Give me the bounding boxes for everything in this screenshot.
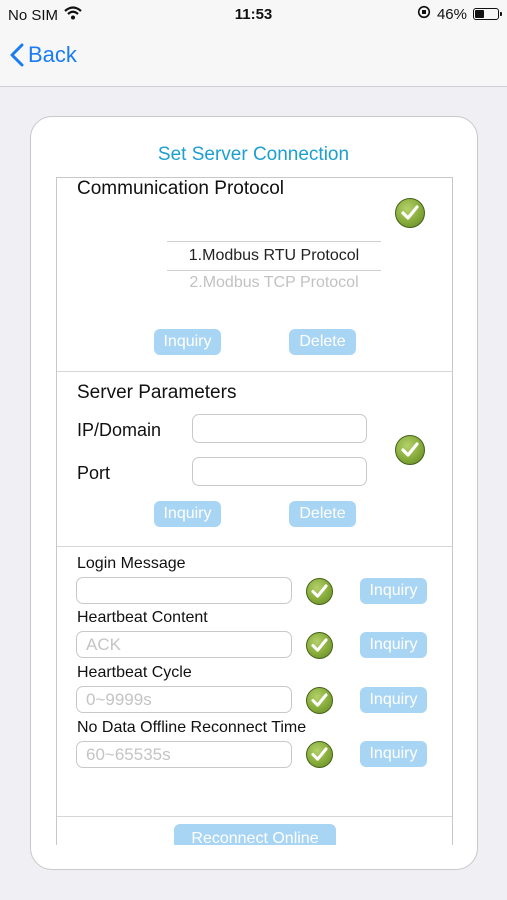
status-bar: No SIM 11:53 46% <box>0 0 507 30</box>
protocol-delete-button[interactable]: Delete <box>289 329 356 355</box>
settings-card: Set Server Connection Communication Prot… <box>30 116 478 870</box>
login-message-check-icon[interactable] <box>306 578 333 605</box>
offline-reconnect-label: No Data Offline Reconnect Time <box>77 719 307 736</box>
heartbeat-content-check-icon[interactable] <box>306 632 333 659</box>
heartbeat-cycle-check-icon[interactable] <box>306 687 333 714</box>
offline-reconnect-placeholder: 60~65535s <box>86 745 171 764</box>
heartbeat-cycle-inquiry-button[interactable]: Inquiry <box>360 687 427 713</box>
server-inquiry-button[interactable]: Inquiry <box>154 501 221 527</box>
back-label: Back <box>28 42 77 67</box>
server-check-icon[interactable] <box>395 435 425 465</box>
protocol-check-icon[interactable] <box>395 198 425 228</box>
login-message-placeholder <box>77 581 86 600</box>
offline-reconnect-check-icon[interactable] <box>306 741 333 768</box>
port-label: Port <box>77 463 111 483</box>
heartbeat-content-input[interactable]: ACK <box>76 631 292 658</box>
offline-reconnect-inquiry-button[interactable]: Inquiry <box>360 741 427 767</box>
status-right: 46% <box>417 5 502 23</box>
heartbeat-content-inquiry-button[interactable]: Inquiry <box>360 632 427 658</box>
settings-panel[interactable]: Communication Protocol 1.Modbus RTU Prot… <box>56 177 453 845</box>
offline-reconnect-input[interactable]: 60~65535s <box>76 741 292 768</box>
heartbeat-content-placeholder: ACK <box>86 635 121 654</box>
divider <box>57 371 452 372</box>
battery-icon <box>473 8 502 20</box>
back-button[interactable]: Back <box>10 42 77 68</box>
server-section-title: Server Parameters <box>77 382 237 403</box>
heartbeat-cycle-label: Heartbeat Cycle <box>77 664 192 681</box>
orientation-lock-icon <box>417 5 431 23</box>
heartbeat-cycle-placeholder: 0~9999s <box>86 690 152 709</box>
picker-line-top <box>167 241 381 242</box>
protocol-option-tcp[interactable]: 2.Modbus TCP Protocol <box>167 274 381 292</box>
server-delete-button[interactable]: Delete <box>289 501 356 527</box>
login-message-inquiry-button[interactable]: Inquiry <box>360 578 427 604</box>
heartbeat-cycle-input[interactable]: 0~9999s <box>76 686 292 713</box>
battery-percent: 46% <box>436 5 467 23</box>
protocol-section-title: Communication Protocol <box>77 178 284 199</box>
divider <box>57 816 452 817</box>
protocol-option-rtu[interactable]: 1.Modbus RTU Protocol <box>167 247 381 265</box>
ip-domain-input[interactable] <box>192 414 367 443</box>
login-message-input[interactable] <box>76 577 292 604</box>
heartbeat-content-label: Heartbeat Content <box>77 609 208 626</box>
protocol-inquiry-button[interactable]: Inquiry <box>154 329 221 355</box>
ip-domain-label: IP/Domain <box>77 420 162 440</box>
picker-line-bottom <box>167 270 381 271</box>
chevron-left-icon <box>10 43 24 67</box>
login-message-label: Login Message <box>77 555 186 572</box>
reconnect-online-button[interactable]: Reconnect Online <box>174 824 336 845</box>
nav-bar: Back <box>0 30 507 87</box>
port-input[interactable] <box>192 457 367 486</box>
page-title: Set Server Connection <box>157 144 350 165</box>
divider <box>57 546 452 547</box>
